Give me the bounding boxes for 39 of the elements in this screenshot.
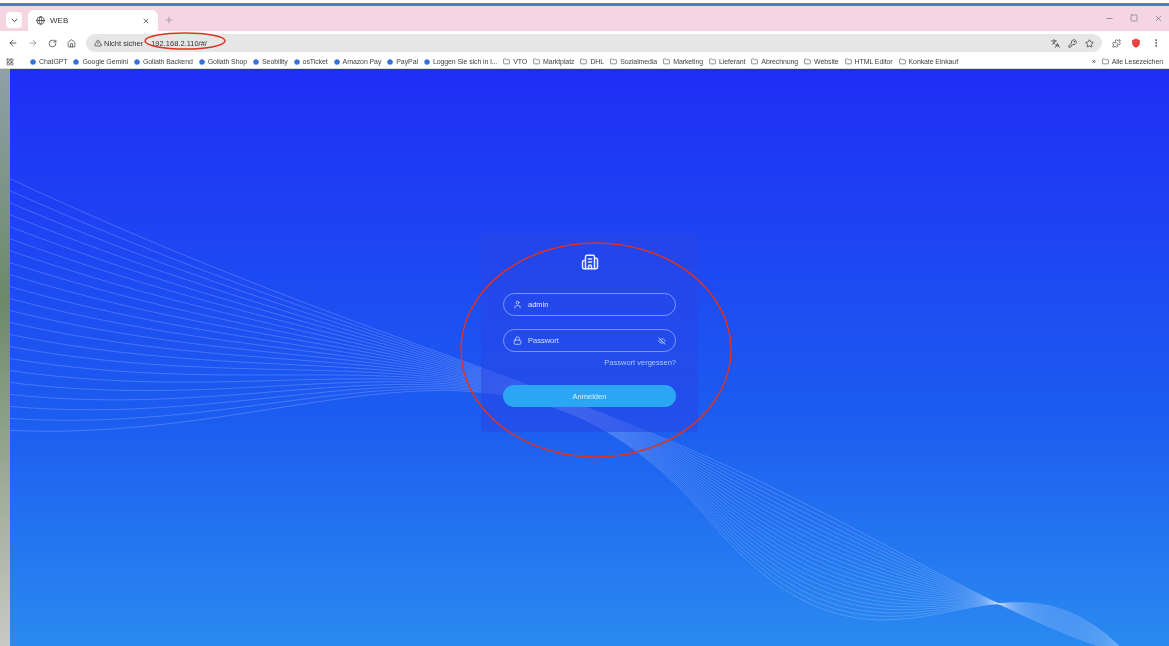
apps-icon[interactable] xyxy=(6,57,14,66)
forward-icon[interactable] xyxy=(28,38,38,48)
folder-icon xyxy=(533,58,541,65)
folder-icon xyxy=(751,58,759,65)
folder-icon xyxy=(844,58,852,65)
folder-icon xyxy=(709,58,716,65)
folder-icon xyxy=(663,58,671,65)
folder-icon xyxy=(610,58,618,65)
building-icon xyxy=(580,253,599,271)
globe-icon xyxy=(36,16,45,25)
close-icon[interactable] xyxy=(1154,14,1163,23)
site-icon xyxy=(423,58,430,65)
folder-icon xyxy=(580,58,588,65)
site-icon xyxy=(198,58,205,65)
folder-icon xyxy=(898,58,906,65)
lock-icon xyxy=(513,336,522,345)
user-icon xyxy=(513,300,522,309)
site-icon xyxy=(333,58,340,65)
site-icon xyxy=(293,58,300,65)
folder-icon xyxy=(1101,58,1109,65)
site-icon xyxy=(387,58,394,65)
site-icon xyxy=(133,58,140,65)
reload-icon[interactable] xyxy=(48,38,57,48)
extension-icon[interactable] xyxy=(1112,38,1121,48)
site-icon xyxy=(253,58,260,65)
warning-icon xyxy=(94,39,102,47)
folder-icon xyxy=(804,58,812,65)
back-icon[interactable] xyxy=(8,38,18,48)
translate-icon[interactable] xyxy=(1051,38,1060,48)
browser-tab[interactable]: WEB xyxy=(28,10,158,31)
site-icon xyxy=(73,58,80,65)
shield-icon[interactable] xyxy=(1131,38,1141,48)
close-icon[interactable] xyxy=(142,16,150,25)
site-icon xyxy=(30,58,36,65)
hidden-eye-icon[interactable] xyxy=(658,336,666,345)
key-icon[interactable] xyxy=(1068,38,1077,48)
home-icon[interactable] xyxy=(67,38,76,48)
folder-icon xyxy=(503,58,511,65)
star-icon[interactable] xyxy=(1085,38,1094,48)
